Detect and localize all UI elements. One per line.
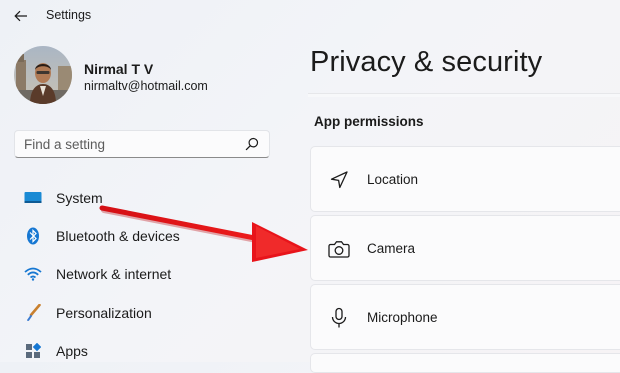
- sidebar-item-label: Apps: [56, 343, 88, 359]
- search-icon[interactable]: [245, 137, 259, 151]
- permission-item-location[interactable]: Location: [310, 146, 620, 212]
- apps-icon: [24, 342, 42, 360]
- previous-section-edge: [308, 93, 620, 97]
- title-bar: Settings: [0, 0, 620, 32]
- permission-item-partial[interactable]: [310, 353, 620, 373]
- sidebar-item-label: Personalization: [56, 305, 152, 321]
- system-monitor-icon: [24, 189, 42, 207]
- section-header: App permissions: [314, 114, 424, 129]
- paintbrush-icon: [24, 304, 42, 322]
- sidebar-item-network-internet[interactable]: Network & internet: [14, 257, 274, 291]
- microphone-icon: [327, 306, 351, 330]
- sidebar-item-apps[interactable]: Apps: [14, 334, 274, 368]
- avatar[interactable]: [14, 46, 72, 104]
- search-input[interactable]: [24, 131, 234, 157]
- back-arrow-icon: [14, 10, 27, 22]
- sidebar-item-personalization[interactable]: Personalization: [14, 296, 274, 330]
- permission-item-camera[interactable]: Camera: [310, 215, 620, 281]
- wifi-icon: [24, 265, 42, 283]
- sidebar-item-label: System: [56, 190, 103, 206]
- page-title: Privacy & security: [310, 46, 543, 78]
- permission-label: Camera: [367, 241, 416, 256]
- sidebar-item-label: Bluetooth & devices: [56, 228, 180, 244]
- profile-name: Nirmal T V: [84, 61, 154, 77]
- sidebar-item-label: Network & internet: [56, 266, 172, 282]
- bluetooth-icon: [24, 227, 42, 245]
- search-box[interactable]: [14, 130, 270, 158]
- camera-icon: [327, 237, 351, 261]
- location-icon: [327, 168, 351, 192]
- app-title: Settings: [46, 8, 92, 22]
- sidebar-item-system[interactable]: System: [14, 181, 274, 215]
- back-button[interactable]: [10, 6, 32, 26]
- permission-label: Location: [367, 172, 419, 187]
- sidebar-item-bluetooth-devices[interactable]: Bluetooth & devices: [14, 219, 274, 253]
- permission-label: Microphone: [367, 310, 438, 325]
- permission-item-microphone[interactable]: Microphone: [310, 284, 620, 350]
- profile-email: nirmaltv@hotmail.com: [84, 79, 208, 93]
